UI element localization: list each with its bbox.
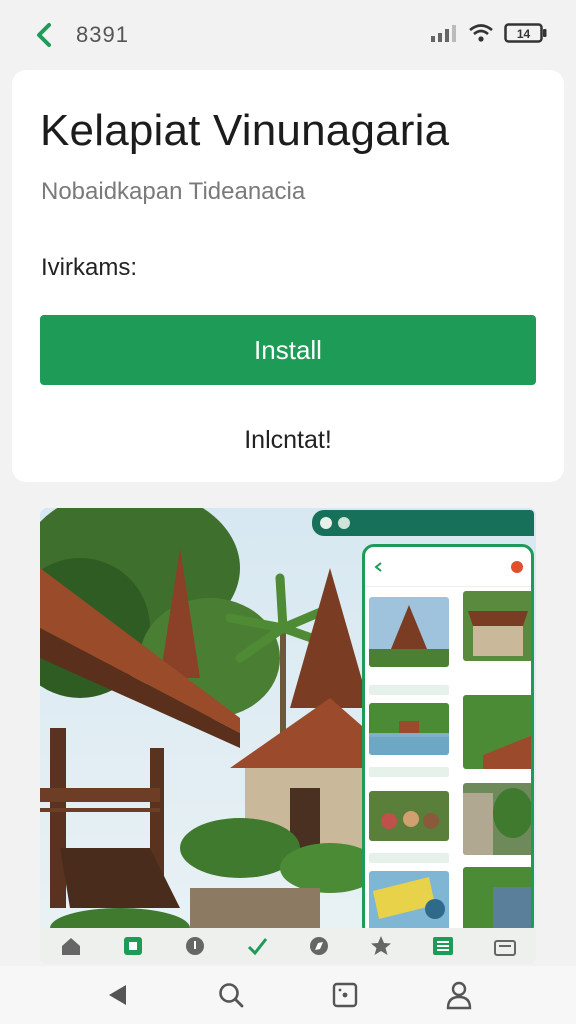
app-card: Kelapiat Vinunagaria Nobaidkapan Tideana… xyxy=(12,70,564,482)
secondary-link[interactable]: Inlcntat! xyxy=(12,426,564,455)
gift-icon xyxy=(493,934,517,958)
info-icon xyxy=(183,934,207,958)
wifi-icon xyxy=(468,23,494,48)
signal-icon xyxy=(430,23,458,48)
embedded-thumb xyxy=(463,695,531,769)
status-bar: 8391 14 xyxy=(0,0,576,70)
embedded-caption xyxy=(369,853,449,863)
grid-icon xyxy=(121,934,145,958)
install-button[interactable]: Install xyxy=(40,315,536,385)
screenshot-bottom-nav xyxy=(40,928,536,964)
home-icon xyxy=(59,934,83,958)
app-subtitle[interactable]: Nobaidkapan Tideanacia xyxy=(41,178,305,206)
embedded-thumb xyxy=(463,591,531,661)
check-icon xyxy=(245,934,269,958)
battery-icon: 14 xyxy=(504,22,548,49)
embedded-phone xyxy=(362,544,534,938)
dice-icon[interactable] xyxy=(325,975,365,1015)
search-icon[interactable] xyxy=(211,975,251,1015)
star-icon xyxy=(369,934,393,958)
app-title: Kelapiat Vinunagaria xyxy=(40,106,450,155)
embedded-thumb xyxy=(463,783,531,855)
phone-dot xyxy=(338,517,350,529)
status-time: 8391 xyxy=(76,22,129,47)
compass-icon xyxy=(307,934,331,958)
list-icon xyxy=(431,934,455,958)
status-icons: 14 xyxy=(430,22,548,49)
embedded-phone-topbar xyxy=(312,510,534,536)
app-meta: Ivirkams: xyxy=(41,254,137,281)
profile-icon[interactable] xyxy=(439,975,479,1015)
back-triangle-icon[interactable] xyxy=(97,975,137,1015)
battery-label: 14 xyxy=(517,27,531,41)
embedded-thumb xyxy=(369,791,449,841)
embedded-badge-icon xyxy=(511,560,523,573)
embedded-phone-header xyxy=(365,547,531,587)
embedded-thumb xyxy=(369,703,449,755)
embedded-back-icon xyxy=(374,561,382,572)
embedded-thumb xyxy=(369,871,449,931)
app-screenshot[interactable] xyxy=(40,508,536,964)
phone-dot xyxy=(320,517,332,529)
embedded-thumb xyxy=(369,597,449,667)
embedded-caption xyxy=(369,685,449,695)
system-nav-bar xyxy=(0,966,576,1024)
embedded-caption xyxy=(369,767,449,777)
back-arrow-icon[interactable] xyxy=(30,21,58,49)
